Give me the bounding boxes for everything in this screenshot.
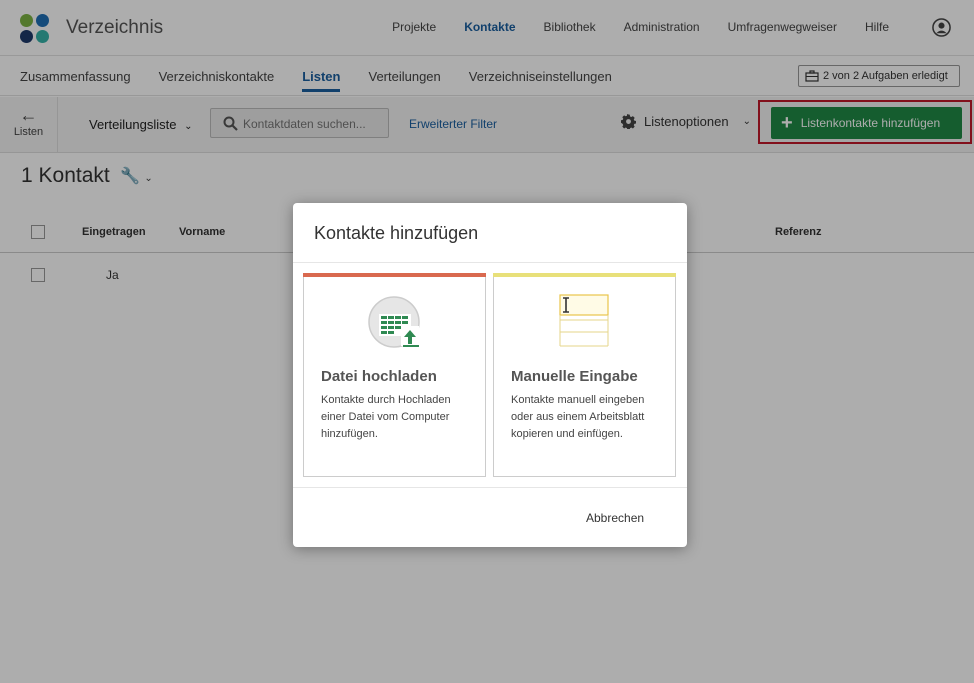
manual-entry-card[interactable]: Manuelle Eingabe Kontakte manuell eingeb… bbox=[493, 273, 676, 477]
upload-card-description: Kontakte durch Hochladen einer Datei vom… bbox=[321, 394, 451, 440]
dialog-title: Kontakte hinzufügen bbox=[314, 223, 479, 243]
manual-card-title: Manuelle Eingabe bbox=[511, 368, 638, 385]
card-accent-bar bbox=[493, 273, 676, 277]
add-contacts-dialog: Kontakte hinzufügen Datei hochladen Kont… bbox=[293, 203, 687, 547]
divider bbox=[293, 262, 687, 263]
manual-entry-icon bbox=[559, 294, 609, 347]
cancel-button[interactable]: Abbrechen bbox=[586, 511, 644, 525]
file-upload-icon bbox=[368, 296, 420, 348]
divider bbox=[293, 487, 687, 488]
upload-card-title: Datei hochladen bbox=[321, 368, 437, 385]
card-accent-bar bbox=[303, 273, 486, 277]
manual-card-description: Kontakte manuell eingeben oder aus einem… bbox=[511, 394, 645, 440]
upload-file-card[interactable]: Datei hochladen Kontakte durch Hochladen… bbox=[303, 273, 486, 477]
